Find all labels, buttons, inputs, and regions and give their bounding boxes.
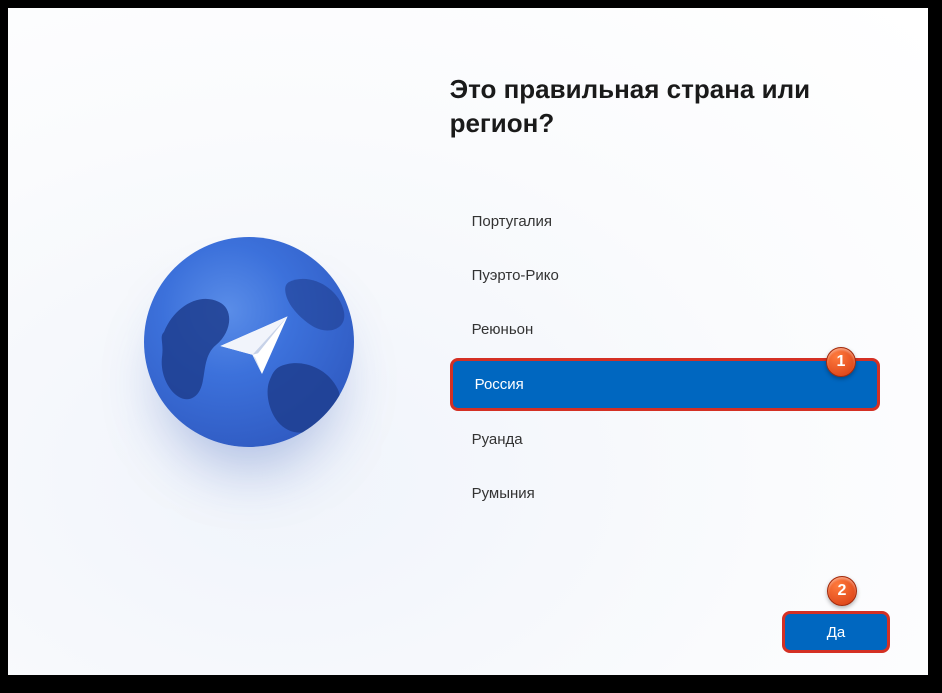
heading: Это правильная страна или регион? [450,73,880,141]
globe-icon [144,237,354,447]
paper-plane-icon [214,302,294,382]
illustration-pane [8,8,450,675]
country-item-reunion[interactable]: Реюньон [450,304,880,355]
region-pane: Это правильная страна или регион? Португ… [450,8,910,675]
yes-button[interactable]: Да [782,611,890,653]
country-item-russia[interactable]: Россия [450,358,880,411]
country-item-romania[interactable]: Румыния [450,468,880,519]
annotation-badge-2: 2 [827,576,857,606]
country-item-rwanda[interactable]: Руанда [450,414,880,465]
country-item-portugal[interactable]: Португалия [450,196,880,247]
country-list[interactable]: Португалия Пуэрто-Рико Реюньон Россия Ру… [450,196,880,519]
country-item-puerto-rico[interactable]: Пуэрто-Рико [450,250,880,301]
oobe-region-screen: Это правильная страна или регион? Португ… [6,6,930,677]
content-row: Это правильная страна или регион? Португ… [8,8,928,675]
annotation-badge-1: 1 [826,347,856,377]
